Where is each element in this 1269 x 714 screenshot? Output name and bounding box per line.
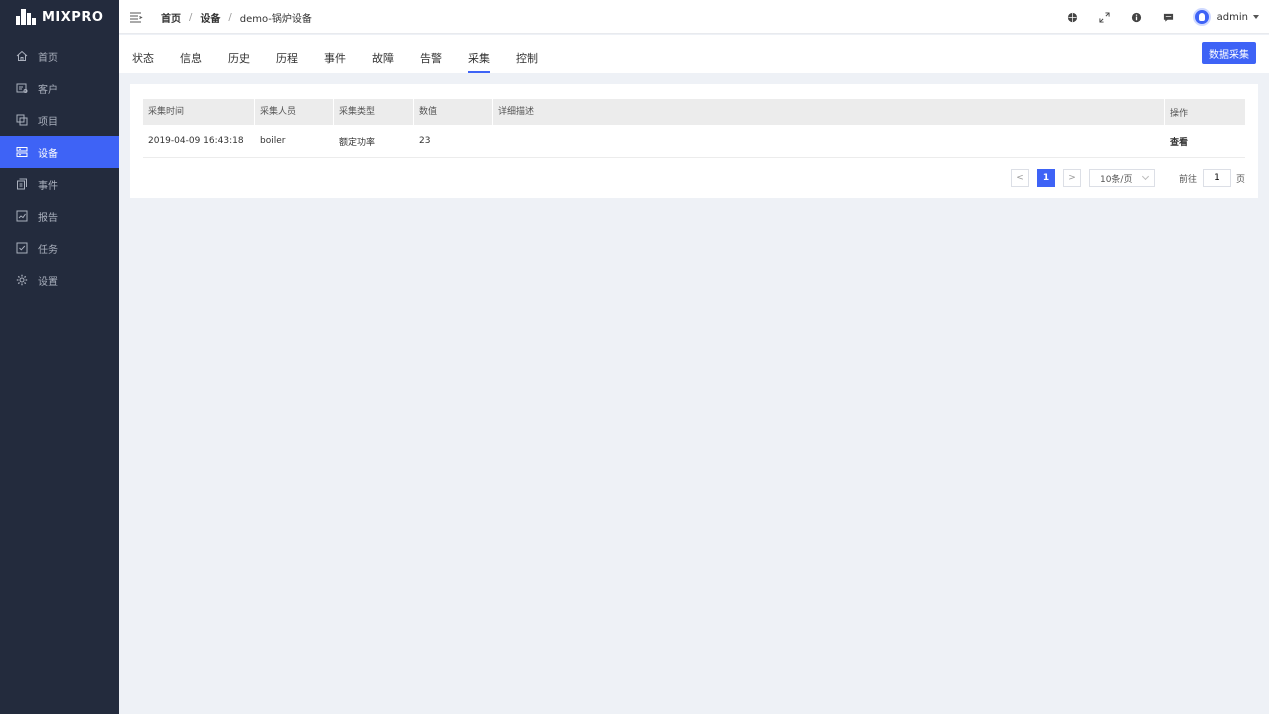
- sidebar-item-settings[interactable]: 设置: [0, 264, 119, 296]
- breadcrumb-separator: /: [228, 11, 232, 23]
- fullscreen-icon[interactable]: [1089, 0, 1121, 34]
- column-header: 采集类型: [334, 99, 414, 125]
- goto-suffix: 页: [1235, 174, 1245, 185]
- top-header: 首页 / 设备 / demo-锅炉设备 admin: [119, 0, 1269, 34]
- sidebar-menu: 首页 客户 项目 设备 事件 报告 任务 设置: [0, 40, 119, 296]
- tab-info[interactable]: 信息: [180, 35, 202, 73]
- logo-text: MIXPRO: [42, 9, 104, 25]
- breadcrumb-separator: /: [189, 11, 193, 23]
- content-card: 采集时间 采集人员 采集类型 数值 详细描述 操作 2019-04-09 16:…: [130, 84, 1258, 198]
- sidebar: MIXPRO 首页 客户 项目 设备 事件 报告 任务 设置: [0, 0, 119, 714]
- logo-icon: [16, 9, 36, 25]
- page-number[interactable]: 1: [1036, 169, 1055, 187]
- page-size-value: 10条/页: [1099, 174, 1133, 185]
- sidebar-item-label: 任务: [38, 244, 58, 256]
- user-menu[interactable]: admin: [1192, 8, 1259, 26]
- column-header: 采集人员: [255, 99, 334, 125]
- sidebar-item-label: 项目: [38, 116, 58, 128]
- message-icon[interactable]: [1153, 0, 1185, 34]
- column-header: 详细描述: [493, 99, 1165, 125]
- page-size-select[interactable]: 10条/页: [1088, 169, 1155, 187]
- breadcrumb-device[interactable]: 设备: [200, 10, 220, 25]
- sidebar-item-label: 客户: [38, 84, 58, 96]
- table-header: 采集时间 采集人员 采集类型 数值 详细描述 操作: [143, 99, 1245, 125]
- breadcrumb-current: demo-锅炉设备: [239, 13, 312, 25]
- tab-fault[interactable]: 故障: [372, 35, 394, 73]
- tab-history[interactable]: 历史: [228, 35, 250, 73]
- tabs-bar: 状态 信息 历史 历程 事件 故障 告警 采集 控制 数据采集: [119, 35, 1269, 73]
- username: admin: [1216, 11, 1248, 23]
- prev-page-button[interactable]: <: [1010, 169, 1029, 187]
- sidebar-item-label: 设置: [38, 276, 58, 288]
- tab-alarm[interactable]: 告警: [420, 35, 442, 73]
- sidebar-item-event[interactable]: 事件: [0, 168, 119, 200]
- column-header: 采集时间: [143, 99, 255, 125]
- project-icon: [16, 114, 28, 126]
- sidebar-item-label: 设备: [38, 148, 58, 160]
- cell-value: 23: [419, 136, 431, 146]
- cell-action: 查看: [1165, 135, 1245, 148]
- tab-status[interactable]: 状态: [132, 35, 154, 73]
- menu-toggle-icon[interactable]: [129, 10, 143, 24]
- column-header: 操作: [1170, 108, 1189, 119]
- goto-label: 前往: [1178, 174, 1197, 185]
- customer-icon: [16, 82, 28, 94]
- report-icon: [16, 210, 28, 222]
- breadcrumb-home[interactable]: 首页: [161, 10, 181, 25]
- sidebar-item-project[interactable]: 项目: [0, 104, 119, 136]
- header-toolbar: admin: [1057, 0, 1259, 34]
- info-icon[interactable]: [1121, 0, 1153, 34]
- pagination: < 1 > 10条/页 前往 页: [1010, 169, 1245, 187]
- cell-type: 额定功率: [339, 137, 376, 148]
- tab-timeline[interactable]: 历程: [276, 35, 298, 73]
- tab-control[interactable]: 控制: [516, 35, 538, 73]
- sidebar-item-label: 首页: [38, 52, 58, 64]
- device-icon: [16, 146, 28, 158]
- task-icon: [16, 242, 28, 254]
- table-row: 2019-04-09 16:43:18 boiler 额定功率 23 查看: [143, 125, 1245, 158]
- caret-down-icon: [1253, 15, 1259, 19]
- cell-person: boiler: [260, 136, 286, 146]
- event-icon: [16, 178, 28, 190]
- home-icon: [16, 50, 28, 62]
- sidebar-item-home[interactable]: 首页: [0, 40, 119, 72]
- cell-time: 2019-04-09 16:43:18: [148, 136, 244, 146]
- column-header: 数值: [414, 99, 493, 125]
- logo[interactable]: MIXPRO: [0, 0, 119, 34]
- sidebar-item-device[interactable]: 设备: [0, 136, 119, 168]
- tab-event[interactable]: 事件: [324, 35, 346, 73]
- globe-icon[interactable]: [1057, 0, 1089, 34]
- next-page-button[interactable]: >: [1062, 169, 1081, 187]
- chevron-down-icon: [1141, 172, 1150, 181]
- settings-icon: [16, 274, 28, 286]
- data-collect-button[interactable]: 数据采集: [1202, 42, 1256, 64]
- tab-collect[interactable]: 采集: [468, 35, 490, 73]
- sidebar-item-customer[interactable]: 客户: [0, 72, 119, 104]
- sidebar-item-label: 报告: [38, 212, 58, 224]
- sidebar-item-task[interactable]: 任务: [0, 232, 119, 264]
- sidebar-item-report[interactable]: 报告: [0, 200, 119, 232]
- sidebar-item-label: 事件: [38, 180, 58, 192]
- breadcrumb: 首页 / 设备 / demo-锅炉设备: [161, 0, 312, 34]
- goto-page-input[interactable]: [1202, 169, 1231, 187]
- view-link[interactable]: 查看: [1170, 138, 1188, 148]
- tab-list: 状态 信息 历史 历程 事件 故障 告警 采集 控制: [132, 35, 564, 73]
- collection-table: 采集时间 采集人员 采集类型 数值 详细描述 操作 2019-04-09 16:…: [143, 99, 1245, 158]
- avatar: [1192, 8, 1211, 26]
